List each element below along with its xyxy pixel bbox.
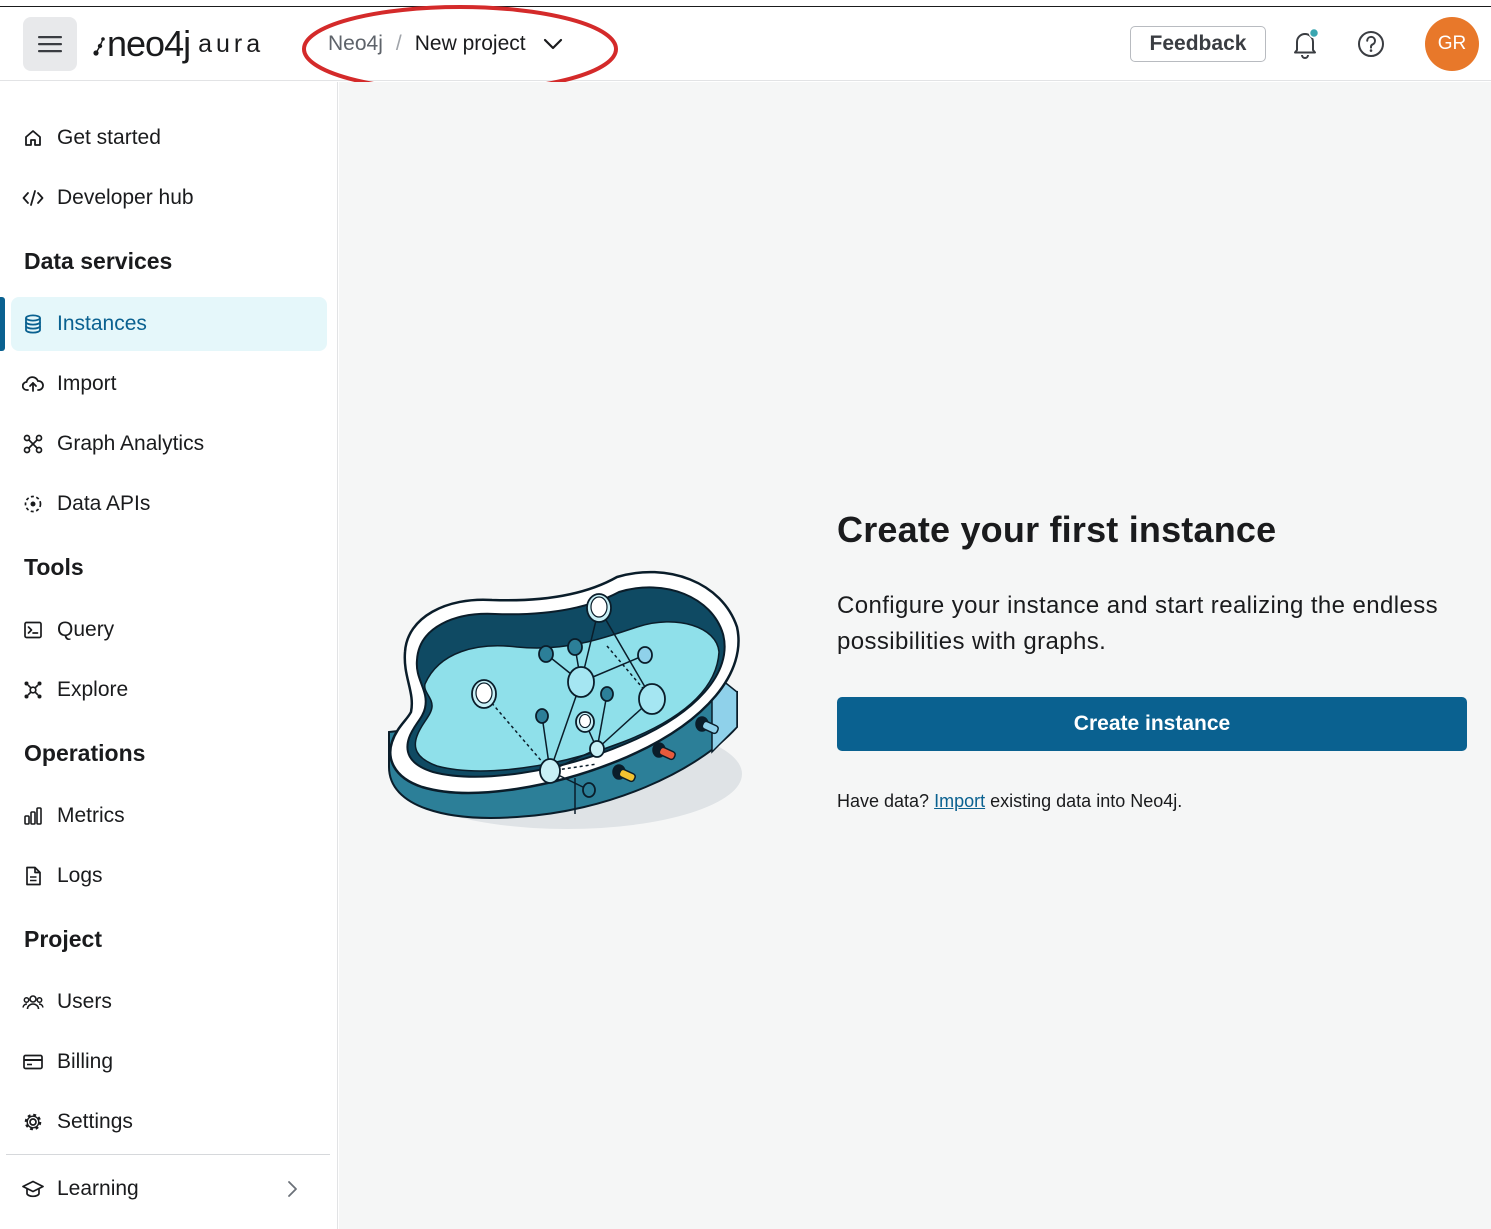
sidebar-item-data-apis[interactable]: Data APIs (0, 477, 338, 531)
breadcrumb-separator: / (395, 32, 402, 55)
graph-pool-illustration-icon (388, 570, 742, 829)
sidebar-item-users[interactable]: Users (0, 975, 338, 1029)
sidebar-item-label: Import (57, 372, 117, 395)
section-title-data-services: Data services (24, 248, 173, 274)
logo-product: aura (198, 29, 265, 58)
sidebar-item-label: Users (57, 990, 112, 1013)
sidebar-item-label: Billing (57, 1050, 114, 1073)
graduation-cap-icon (22, 1178, 44, 1200)
import-link[interactable]: Import (934, 791, 985, 811)
sidebar-item-billing[interactable]: Billing (0, 1035, 338, 1089)
sidebar-item-label: Settings (57, 1110, 133, 1133)
import-hint-suffix: existing data into Neo4j. (990, 791, 1183, 811)
sidebar-item-metrics[interactable]: Metrics (0, 789, 338, 843)
breadcrumb: Neo4j / New project (328, 28, 563, 60)
sidebar-divider (6, 1154, 330, 1155)
sidebar-item-label: Get started (57, 126, 161, 149)
logo-wordmark: neo4j (107, 23, 191, 64)
sidebar-item-label: Query (57, 618, 115, 641)
credit-card-icon (22, 1051, 44, 1073)
cloud-upload-icon (22, 373, 44, 395)
code-icon (22, 187, 44, 209)
gear-icon (22, 1111, 44, 1133)
terminal-icon (22, 619, 44, 641)
import-hint-prefix: Have data? (837, 791, 930, 811)
sidebar-item-label: Instances (57, 312, 147, 335)
sidebar-item-instances[interactable]: Instances (0, 297, 338, 351)
sidebar-item-import[interactable]: Import (0, 357, 338, 411)
sidebar-item-label: Graph Analytics (57, 432, 205, 455)
users-icon (22, 991, 44, 1013)
neo4j-aura-logo[interactable]: neo4j aura (92, 21, 264, 67)
sidebar-item-label: Learning (57, 1177, 139, 1200)
sidebar-item-label: Metrics (57, 804, 125, 827)
help-circle-icon (1358, 31, 1384, 57)
sidebar-item-learning[interactable]: Learning (0, 1162, 338, 1216)
breadcrumb-project[interactable]: New project (415, 32, 526, 56)
bell-icon (1294, 27, 1320, 59)
sidebar: Get started Developer hub Data services … (0, 82, 338, 1229)
user-avatar[interactable]: GR (1425, 17, 1479, 71)
page-description: Configure your instance and start realiz… (837, 592, 1438, 655)
hamburger-icon (38, 36, 62, 53)
document-icon (22, 865, 44, 887)
sidebar-item-settings[interactable]: Settings (0, 1095, 338, 1149)
page-title: Create your first instance (837, 509, 1277, 550)
menu-button[interactable] (23, 17, 77, 71)
sidebar-item-explore[interactable]: Explore (0, 663, 338, 717)
section-title-tools: Tools (24, 554, 84, 580)
sidebar-item-label: Developer hub (57, 186, 194, 209)
notifications-button[interactable] (1288, 27, 1322, 61)
create-instance-button[interactable]: Create instance (837, 697, 1467, 751)
sidebar-item-logs[interactable]: Logs (0, 849, 338, 903)
section-title-project: Project (24, 926, 102, 952)
sidebar-item-developer-hub[interactable]: Developer hub (0, 171, 338, 225)
project-switcher-button[interactable] (543, 38, 563, 50)
neo4j-logo-mark-icon (93, 37, 105, 56)
data-api-icon (22, 493, 44, 515)
sidebar-item-query[interactable]: Query (0, 603, 338, 657)
feedback-button[interactable]: Feedback (1130, 26, 1266, 62)
bar-chart-icon (22, 805, 44, 827)
sidebar-item-label: Logs (57, 864, 103, 887)
import-hint: Have data? Import existing data into Neo… (837, 791, 1182, 812)
explore-icon (22, 679, 44, 701)
sidebar-item-graph-analytics[interactable]: Graph Analytics (0, 417, 338, 471)
active-item-indicator (0, 297, 5, 351)
chevron-down-icon (543, 38, 562, 50)
sidebar-item-get-started[interactable]: Get started (0, 111, 338, 165)
top-bar: neo4j aura Neo4j / New project Feedback … (0, 5, 1491, 93)
sidebar-item-label: Explore (57, 678, 129, 701)
section-title-operations: Operations (24, 740, 146, 766)
graph-analytics-icon (22, 433, 44, 455)
sidebar-item-label: Data APIs (57, 492, 151, 515)
database-icon (22, 313, 44, 335)
breadcrumb-organization[interactable]: Neo4j (328, 32, 383, 56)
help-button[interactable] (1354, 27, 1388, 61)
chevron-right-icon (286, 1179, 298, 1199)
home-icon (22, 127, 44, 149)
main-content: Create your first instance Configure you… (339, 82, 1491, 1229)
